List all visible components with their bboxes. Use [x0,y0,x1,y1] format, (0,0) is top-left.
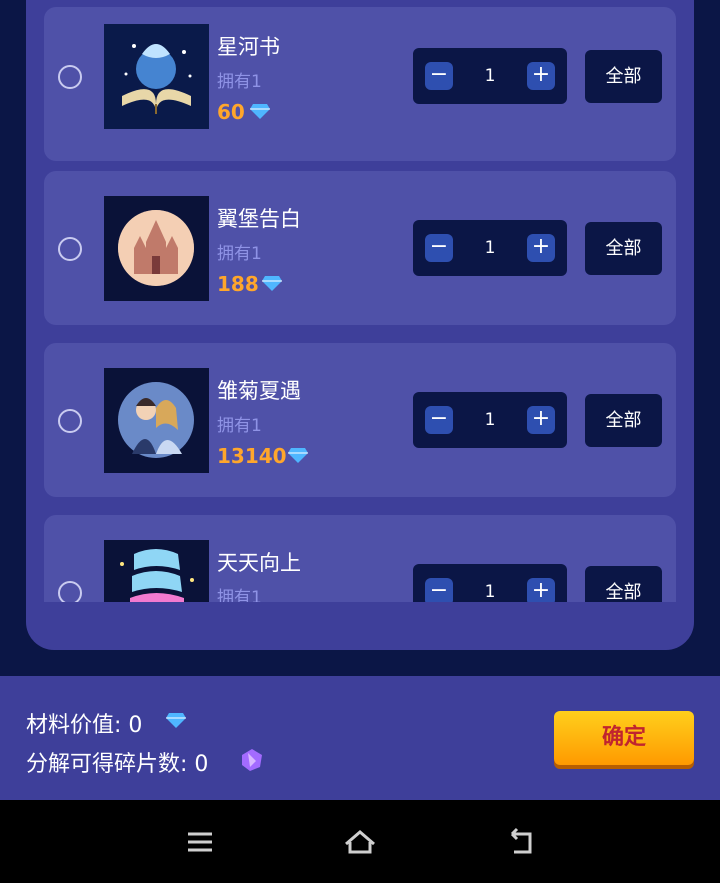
select-radio[interactable] [58,237,82,261]
fragment-icon [242,749,262,771]
select-radio[interactable] [58,65,82,89]
list-item[interactable]: 天天向上 拥有1 12 − 1 + 全部 [44,515,676,602]
gift-name: 天天向上 [217,551,301,575]
gift-price: 13140 [217,444,287,468]
owned-count: 拥有1 [217,588,262,602]
increase-button[interactable]: + [527,62,555,90]
diamond-icon [262,276,282,291]
quantity-value[interactable]: 1 [459,48,521,104]
fragments-label: 分解可得碎片数: [26,752,188,777]
list-item[interactable]: 翼堡告白 拥有1 188 − 1 + 全部 [44,171,676,325]
gift-list-panel: 星河书 拥有1 60 − 1 + 全部 翼堡告白 拥有1 188 − 1 + 全… [26,0,694,650]
book-artwork [104,24,209,129]
owned-count: 拥有1 [217,72,262,92]
confirm-button[interactable]: 确定 [554,711,694,765]
quantity-value[interactable]: 1 [459,392,521,448]
list-item[interactable]: 雏菊夏遇 拥有1 13140 − 1 + 全部 [44,343,676,497]
diamond-icon [166,713,186,728]
gift-name: 星河书 [217,35,280,59]
decrease-button[interactable]: − [425,62,453,90]
gift-price: 188 [217,272,259,296]
gift-price: 60 [217,100,245,124]
day-day-up-artwork [104,540,209,602]
increase-button[interactable]: + [527,578,555,602]
couple-artwork [104,368,209,473]
decrease-button[interactable]: − [425,406,453,434]
material-value: 0 [128,713,143,738]
decrease-button[interactable]: − [425,578,453,602]
select-all-button[interactable]: 全部 [585,394,662,447]
quantity-stepper: − 1 + [413,564,567,602]
increase-button[interactable]: + [527,406,555,434]
select-all-button[interactable]: 全部 [585,222,662,275]
system-navigation-bar [0,800,720,883]
quantity-stepper: − 1 + [413,48,567,104]
gift-name: 雏菊夏遇 [217,379,301,403]
quantity-stepper: − 1 + [413,392,567,448]
owned-count: 拥有1 [217,416,262,436]
back-icon[interactable] [500,824,540,860]
select-radio[interactable] [58,409,82,433]
select-radio[interactable] [58,581,82,602]
diamond-icon [250,104,270,119]
quantity-stepper: − 1 + [413,220,567,276]
select-all-button[interactable]: 全部 [585,566,662,602]
material-value-row: 材料价值: 0 [26,707,142,739]
increase-button[interactable]: + [527,234,555,262]
quantity-value[interactable]: 1 [459,220,521,276]
menu-icon[interactable] [180,824,220,860]
fragments-row: 分解可得碎片数: 0 [26,746,208,778]
castle-artwork [104,196,209,301]
summary-footer: 材料价值: 0 分解可得碎片数: 0 确定 [0,676,720,800]
gift-name: 翼堡告白 [217,207,301,231]
fragments-value: 0 [194,752,209,777]
diamond-icon [288,448,308,463]
home-icon[interactable] [340,824,380,860]
select-all-button[interactable]: 全部 [585,50,662,103]
gift-list[interactable]: 星河书 拥有1 60 − 1 + 全部 翼堡告白 拥有1 188 − 1 + 全… [44,0,676,602]
owned-count: 拥有1 [217,244,262,264]
material-value-label: 材料价值: [26,713,122,738]
decrease-button[interactable]: − [425,234,453,262]
list-item[interactable]: 星河书 拥有1 60 − 1 + 全部 [44,7,676,161]
quantity-value[interactable]: 1 [459,564,521,602]
